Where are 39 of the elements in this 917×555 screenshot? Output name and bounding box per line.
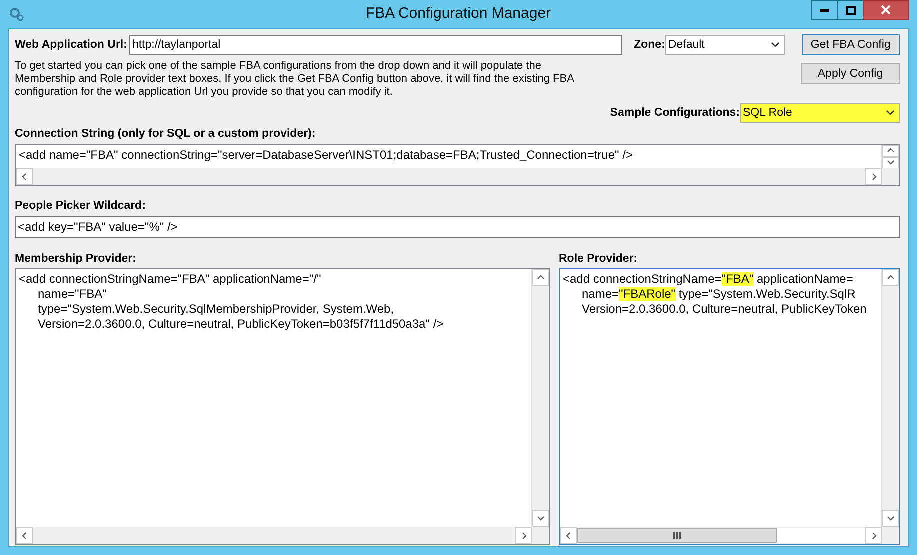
vertical-scrollbar[interactable]	[881, 145, 899, 168]
window-title: FBA Configuration Manager	[366, 5, 552, 22]
url-label: Web Application Url:	[15, 38, 128, 50]
scrollbar-thumb[interactable]	[577, 528, 777, 543]
zone-dropdown[interactable]: Default	[665, 34, 785, 54]
instructions-text: To get started you can pick one of the sample FBA configurations from the drop down and it will populate the Membership and Role provider text boxes. If you click the Get FBA Config button above, it will find the existing FBA configuration for the web application Url you provide so that you can modify it.	[15, 60, 576, 99]
code-line: type="System.Web.Security.SqlMembershipProvider, System.Web,	[37, 302, 396, 317]
code-line: <add connectionStringName="FBA" applicationName="/"	[19, 272, 322, 287]
vertical-scrollbar[interactable]	[881, 269, 899, 527]
code-line: <add name="FBA" connectionString="server=DatabaseServer\INST01;database=FBA;Trusted_Connection=true" />	[19, 148, 634, 163]
membership-provider-field[interactable]: <add connectionStringName="FBA" applicationName="/" name="FBA" type="System.Web.Security.SqlMembershipProvider, System.Web, Version=2.0.3600.0, Culture=neutral, PublicKeyToken=b03f5f7f11d50a3a" />	[15, 268, 550, 545]
grip-icon	[673, 532, 681, 539]
close-button[interactable]	[863, 0, 909, 20]
people-picker-wildcard-field[interactable]: <add key="FBA" value="%" />	[15, 216, 900, 238]
apply-config-button[interactable]: Apply Config	[801, 63, 900, 84]
sample-configurations-dropdown[interactable]: SQL Role	[740, 103, 900, 123]
people-picker-wildcard-label: People Picker Wildcard:	[15, 200, 147, 212]
maximize-icon	[846, 6, 856, 14]
scroll-left-arrow-icon[interactable]	[20, 530, 30, 540]
code-line: name="FBARole" type="System.Web.Security.SqlR	[581, 287, 857, 302]
membership-provider-label: Membership Provider:	[15, 253, 138, 265]
vertical-scrollbar[interactable]	[531, 269, 549, 527]
code-line: <add connectionStringName="FBA" applicationName=	[563, 272, 854, 287]
code-line: Version=2.0.3600.0, Culture=neutral, PublicKeyToken=b03f5f7f11d50a3a" />	[37, 317, 445, 332]
minimize-button[interactable]	[811, 0, 838, 20]
minimize-icon	[820, 8, 829, 12]
code-line: Version=2.0.3600.0, Culture=neutral, PublicKeyToken	[581, 302, 868, 317]
close-icon	[881, 5, 891, 15]
connection-string-field[interactable]: <add name="FBA" connectionString="server=DatabaseServer\INST01;database=FBA;Trusted_Connection=true" />	[15, 144, 900, 186]
zone-label: Zone:	[634, 38, 666, 50]
url-field[interactable]: http://taylanportal	[129, 34, 622, 54]
get-fba-config-button[interactable]: Get FBA Config	[802, 34, 900, 55]
scroll-left-arrow-icon[interactable]	[20, 172, 30, 182]
role-provider-field[interactable]: <add connectionStringName="FBA" applicationName= name="FBARole" type="System.Web.Security.SqlR Version=2.0.3600.0, Culture=neutral, PublicKeyToken	[559, 268, 900, 545]
sample-configurations-label: Sample Configurations:	[610, 107, 740, 119]
role-provider-label: Role Provider:	[559, 253, 639, 265]
code-line: name="FBA"	[37, 287, 108, 302]
scroll-left-arrow-icon[interactable]	[564, 530, 574, 540]
connection-string-label: Connection String (only for SQL or a custom provider):	[15, 128, 317, 140]
